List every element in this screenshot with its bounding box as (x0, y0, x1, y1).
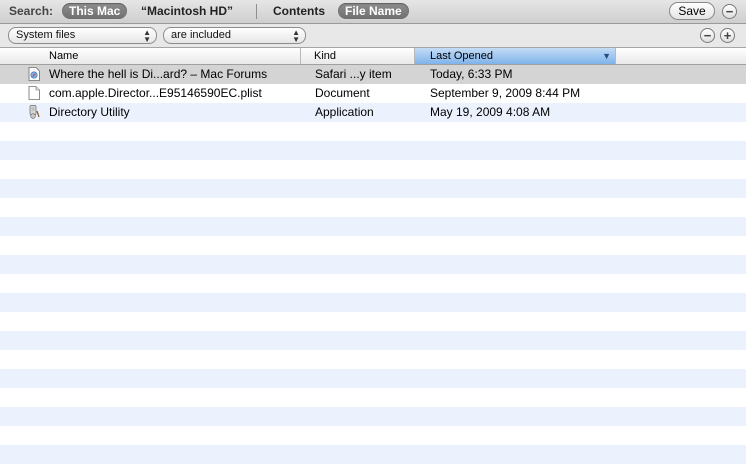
column-header-kind-label: Kind (314, 50, 337, 62)
empty-row (0, 350, 746, 369)
empty-row (0, 217, 746, 236)
result-last-opened: September 9, 2009 8:44 PM (430, 86, 581, 100)
empty-row (0, 255, 746, 274)
target-contents-button[interactable]: Contents (266, 3, 332, 19)
document-icon (28, 86, 40, 100)
attribute-popup[interactable]: System files ▲ ▼ (8, 27, 157, 44)
empty-row (0, 160, 746, 179)
empty-row (0, 369, 746, 388)
sort-descending-icon: ▼ (602, 51, 611, 61)
empty-row (0, 141, 746, 160)
result-name: com.apple.Director...E95146590EC.plist (49, 86, 262, 100)
attribute-popup-value: System files (16, 29, 76, 41)
result-last-opened: Today, 6:33 PM (430, 67, 513, 81)
empty-row (0, 179, 746, 198)
column-header-row: Name Kind Last Opened ▼ (0, 48, 746, 65)
result-row[interactable]: Directory Utility Application May 19, 20… (0, 103, 746, 122)
save-search-button[interactable]: Save (669, 2, 715, 20)
search-criteria-row: System files ▲ ▼ are included ▲ ▼ − + (0, 24, 746, 48)
empty-row (0, 426, 746, 445)
popup-arrows-icon: ▲ ▼ (292, 28, 300, 44)
column-header-name-label: Name (49, 50, 79, 62)
column-header-last-opened[interactable]: Last Opened ▼ (415, 48, 616, 64)
results-list[interactable]: Where the hell is Di...ard? – Mac Forums… (0, 65, 746, 473)
empty-row (0, 274, 746, 293)
result-name: Where the hell is Di...ard? – Mac Forums (49, 67, 268, 81)
column-header-kind[interactable]: Kind (301, 48, 415, 64)
result-kind: Application (315, 105, 374, 119)
result-last-opened: May 19, 2009 4:08 AM (430, 105, 551, 119)
empty-row (0, 293, 746, 312)
empty-row (0, 407, 746, 426)
scope-this-mac-button[interactable]: This Mac (62, 3, 128, 19)
popup-arrows-icon: ▲ ▼ (143, 28, 151, 44)
result-row[interactable]: Where the hell is Di...ard? – Mac Forums… (0, 65, 746, 84)
empty-row (0, 445, 746, 464)
add-criterion-button[interactable]: + (720, 28, 735, 43)
result-row[interactable]: com.apple.Director...E95146590EC.plist D… (0, 84, 746, 103)
empty-row (0, 331, 746, 350)
directory-utility-icon (29, 105, 40, 119)
column-header-name[interactable]: Name (0, 48, 301, 64)
scope-macintosh-hd-button[interactable]: “Macintosh HD” (134, 3, 240, 19)
column-header-last-opened-label: Last Opened (430, 50, 493, 62)
empty-row (0, 198, 746, 217)
empty-row (0, 122, 746, 141)
target-file-name-button[interactable]: File Name (338, 3, 409, 19)
remove-search-bar-button[interactable]: − (722, 4, 737, 19)
result-name: Directory Utility (49, 105, 130, 119)
empty-row (0, 312, 746, 331)
empty-row (0, 388, 746, 407)
operator-popup-value: are included (171, 29, 231, 41)
empty-row (0, 464, 746, 473)
search-scope-bar: Search: This Mac “Macintosh HD” Contents… (0, 0, 746, 24)
empty-row (0, 236, 746, 255)
operator-popup[interactable]: are included ▲ ▼ (163, 27, 306, 44)
search-label: Search: (9, 4, 54, 18)
scope-divider (256, 4, 257, 19)
result-kind: Safari ...y item (315, 67, 392, 81)
safari-webloc-icon (28, 67, 40, 81)
remove-criterion-button[interactable]: − (700, 28, 715, 43)
result-kind: Document (315, 86, 370, 100)
